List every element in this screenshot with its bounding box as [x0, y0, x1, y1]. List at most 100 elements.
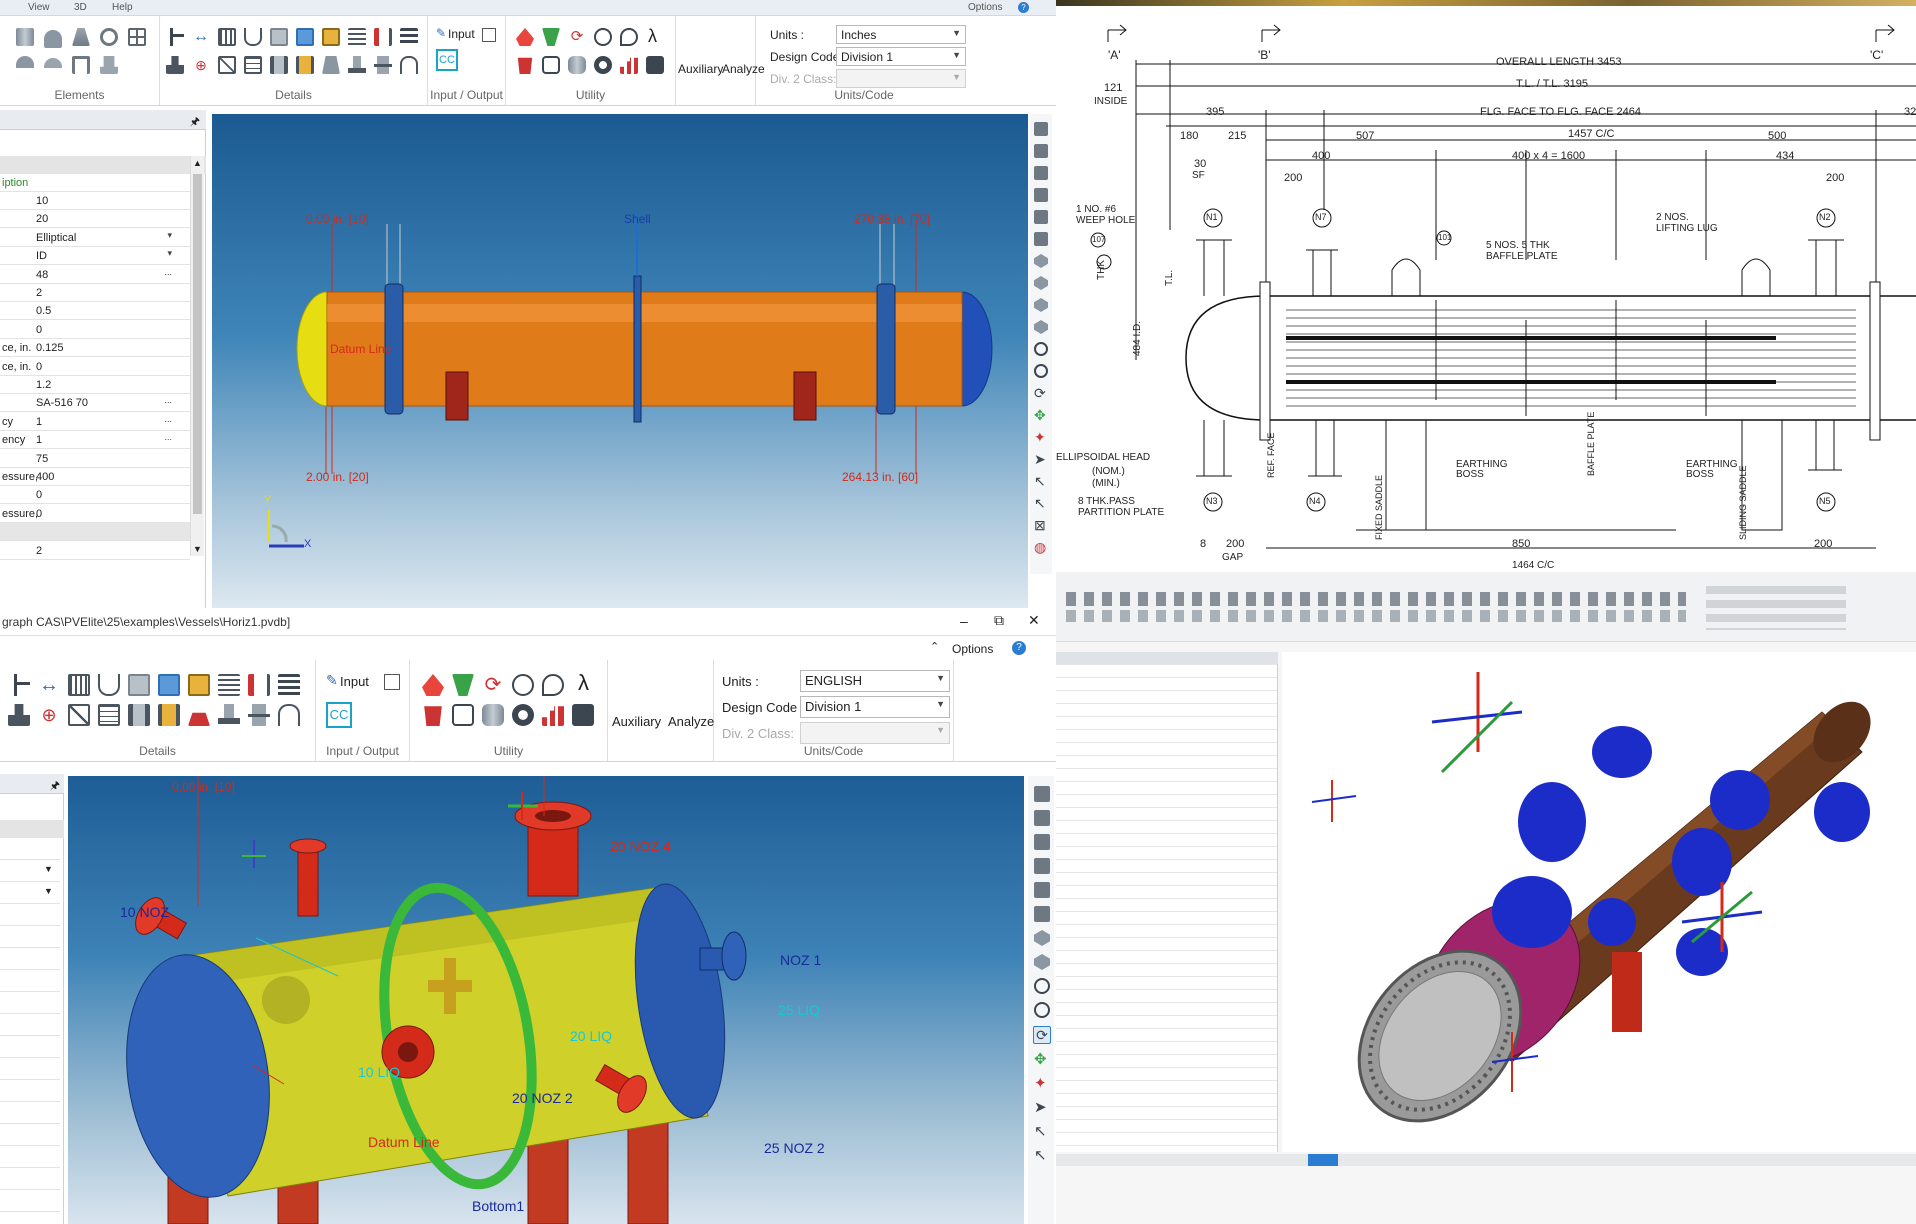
grid-row[interactable]: 10	[0, 192, 190, 210]
zoom-in-icon[interactable]	[1034, 978, 1050, 994]
skirt-icon[interactable]	[322, 56, 340, 74]
stiffener-icon[interactable]	[248, 704, 270, 726]
ring-icon[interactable]	[68, 674, 90, 696]
help-icon[interactable]: ?	[1018, 2, 1029, 13]
disc-icon[interactable]	[594, 56, 612, 74]
menu-view[interactable]: View	[28, 2, 50, 13]
recycle-icon[interactable]: ⟳	[482, 674, 504, 696]
grid-row-value[interactable]: 0	[36, 361, 42, 373]
zoom-out-icon[interactable]	[1034, 1002, 1050, 1018]
maximize-button[interactable]: ⧉	[994, 612, 1004, 629]
menu-help[interactable]: Help	[112, 2, 133, 13]
view-iso-2-icon[interactable]	[1034, 276, 1048, 290]
view-iso-icon[interactable]	[1034, 930, 1050, 946]
tray-icon[interactable]	[278, 674, 300, 696]
disc-icon[interactable]	[512, 704, 534, 726]
head-icon[interactable]	[44, 30, 62, 48]
ellipsis-button[interactable]: ...	[164, 414, 172, 424]
analyze-button[interactable]: Analyze	[668, 714, 714, 729]
view-iso-4-icon[interactable]	[1034, 320, 1048, 334]
grid-row-value[interactable]: 1	[36, 434, 42, 446]
bottom-3d-viewport[interactable]: 0.00 in. [10] 20 NOZ 4 10 NOZ NOZ 1 25 L…	[68, 776, 1024, 1224]
flask-icon[interactable]	[542, 28, 560, 46]
ellipsis-button[interactable]: ...	[164, 395, 172, 405]
cc-button[interactable]: CC	[326, 702, 352, 728]
double-arrow-icon[interactable]: ↔	[38, 674, 60, 696]
select-icon[interactable]: ➤	[1034, 1100, 1050, 1116]
fire-icon[interactable]	[516, 28, 534, 46]
options-menu-bottom[interactable]: Options	[952, 642, 993, 656]
grid-row-value[interactable]: 0	[36, 508, 42, 520]
input-button[interactable]: Input	[340, 674, 369, 689]
lining-icon[interactable]	[348, 28, 366, 46]
platform-icon[interactable]	[296, 28, 314, 46]
pointer-icon[interactable]: ↖	[1034, 1124, 1050, 1140]
measure-icon[interactable]: ✦	[1034, 430, 1048, 444]
skirt-icon[interactable]	[188, 712, 210, 726]
units-select[interactable]: ENGLISH ▼	[800, 670, 950, 692]
units-select[interactable]: Inches ▼	[836, 25, 966, 44]
ellipsis-button[interactable]: ...	[164, 432, 172, 442]
collapse-ribbon-icon[interactable]: ⌃	[930, 640, 939, 653]
measure-icon[interactable]: ✦	[1034, 1076, 1050, 1092]
pointer-2-icon[interactable]: ↖	[1034, 1148, 1050, 1164]
chart-bars-icon[interactable]	[542, 706, 564, 726]
cone-icon[interactable]	[72, 28, 90, 46]
menu-3d[interactable]: 3D	[74, 2, 87, 13]
weight-icon[interactable]	[128, 674, 150, 696]
view-right-icon[interactable]	[1034, 188, 1048, 202]
close-button[interactable]: ✕	[1028, 612, 1040, 629]
hx-active-tab[interactable]	[1308, 1154, 1338, 1166]
support-icon[interactable]	[296, 56, 314, 74]
flange-icon[interactable]	[100, 28, 118, 46]
grid-row[interactable]: 20	[0, 210, 190, 229]
rotate-icon[interactable]: ⟳	[1033, 1026, 1051, 1044]
cc-button[interactable]: CC	[436, 49, 458, 71]
input-icon[interactable]: ✎	[436, 26, 446, 40]
basering-icon[interactable]	[218, 704, 240, 726]
leg-icon[interactable]	[270, 56, 288, 74]
design-code-select[interactable]: Division 1 ▼	[800, 696, 950, 718]
zoom-in-icon[interactable]	[1034, 342, 1048, 356]
scroll-thumb[interactable]	[193, 174, 202, 514]
rotate-icon[interactable]: ⟳	[1034, 386, 1048, 400]
cone-ring-icon[interactable]	[278, 704, 300, 726]
grid-row[interactable]: 75	[0, 450, 190, 468]
view-top-icon[interactable]	[1034, 882, 1050, 898]
packing-icon[interactable]	[248, 674, 270, 696]
grid-row[interactable]	[0, 523, 190, 542]
basering-icon[interactable]	[348, 56, 366, 74]
auxiliary-button[interactable]: Auxiliary	[678, 62, 723, 76]
div2-class-select[interactable]: ▼	[836, 69, 966, 88]
vessel-icon[interactable]	[482, 704, 504, 726]
flask-icon[interactable]	[452, 674, 474, 696]
weight-icon[interactable]	[270, 28, 288, 46]
double-arrow-icon[interactable]: ↔	[192, 28, 210, 46]
hx-3d-viewport[interactable]	[1282, 652, 1916, 1152]
input-button[interactable]: Input	[448, 27, 475, 41]
insulation-icon[interactable]	[322, 28, 340, 46]
grid-row-value[interactable]: 20	[36, 213, 48, 225]
pointer-2-icon[interactable]: ↖	[1034, 496, 1048, 510]
grid-row[interactable]: essure, 400	[0, 468, 190, 486]
grid-row-value[interactable]: SA-516 70	[36, 397, 88, 409]
insulation-icon[interactable]	[188, 674, 210, 696]
scope-icon[interactable]	[542, 674, 564, 696]
grid-row[interactable]: ce, in. 0.125	[0, 339, 190, 358]
select-icon[interactable]: ➤	[1034, 452, 1048, 466]
nozzle-icon[interactable]	[166, 28, 184, 46]
bracket-icon[interactable]	[218, 56, 236, 74]
view-bottom-icon[interactable]	[1034, 906, 1050, 922]
pan-icon[interactable]: ✥	[1034, 408, 1048, 422]
zoom-icon[interactable]	[594, 28, 612, 46]
truck-icon[interactable]	[646, 56, 664, 74]
elbow-icon[interactable]	[16, 56, 34, 68]
support-icon[interactable]	[158, 704, 180, 726]
view-front-icon[interactable]	[1034, 786, 1050, 802]
chevron-down-icon[interactable]: ▾	[167, 248, 172, 259]
lining-icon[interactable]	[218, 674, 240, 696]
grid-row-value[interactable]: 1	[36, 416, 42, 428]
grid-row-value[interactable]: 10	[36, 195, 48, 207]
view-bottom-icon[interactable]	[1034, 232, 1048, 246]
chevron-down-icon[interactable]: ▼	[44, 864, 53, 874]
